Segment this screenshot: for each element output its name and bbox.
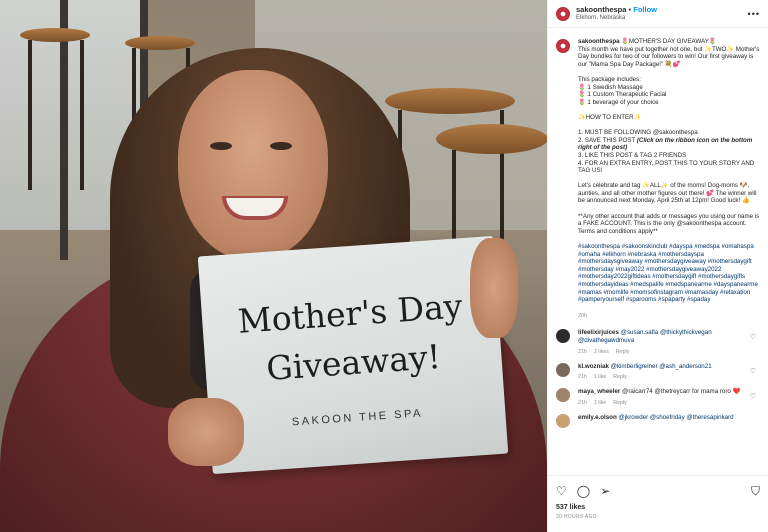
comment-text[interactable]: @jkrowder @shoefriday @theresapinkard [617,414,733,421]
post-header: sakoonthespa • Follow Elkhorn, Nebraska … [548,0,768,28]
comment-likes[interactable]: 1 like [594,374,606,380]
caption-how-to: ✨HOW TO ENTER✨ [578,113,642,121]
comment-username[interactable]: maya_wheeler [578,388,620,395]
reply-button[interactable]: Reply [616,349,630,355]
sign-title-line1: Mother's Day [236,286,464,341]
caption-disclaimer: **Any other account that adds or message… [578,212,760,235]
eye [270,142,292,150]
location-link[interactable]: Elkhorn, Nebraska [576,14,657,23]
comment-time: 21h [578,348,587,355]
comment: emily.e.olson @jkrowder @shoefriday @the… [556,413,760,428]
post-photo[interactable]: Mother's Day Giveaway! SAKOON THE SPA [0,0,547,532]
comment-username[interactable]: lifeelixirjuices [578,329,619,336]
more-options-icon[interactable]: ••• [748,9,760,19]
caption-avatar[interactable] [556,39,570,53]
comment-icon[interactable]: ◯ [577,485,590,497]
stool-leg [80,40,84,190]
caption-steps-rest: 3. LIKE THIS POST & TAG 2 FRIENDS 4. FOR… [578,151,755,175]
caption-package: This package includes: 🌷 1 Swedish Massa… [578,75,667,106]
reply-button[interactable]: Reply [613,374,627,380]
sign-title-line2: Giveaway! [265,336,442,389]
sign-brand: SAKOON THE SPA [291,407,424,429]
comment-like-icon[interactable]: ♡ [750,333,756,341]
likes-count[interactable]: 537 likes [556,504,760,511]
eye [210,142,232,150]
save-bookmark-icon[interactable]: ⛉ [751,485,760,497]
right-hand [470,238,518,338]
comment-like-icon[interactable]: ♡ [750,367,756,375]
post-sidebar: sakoonthespa • Follow Elkhorn, Nebraska … [547,0,768,532]
comment: maya_wheeler @raicarr74 @thetreycarr for… [556,388,760,406]
post-actions: ♡ ◯ ➢ ⛉ 537 likes 20 HOURS AGO [548,475,768,532]
follow-button[interactable]: Follow [633,5,657,14]
post-timestamp: 20 HOURS AGO [556,514,597,520]
header-username[interactable]: sakoonthespa [576,5,626,14]
comment-like-icon[interactable]: ♡ [750,392,756,400]
comment: lifeelixirjuices @susan.safia @thickythi… [556,329,760,355]
reply-button[interactable]: Reply [613,400,627,406]
share-icon[interactable]: ➢ [600,485,610,497]
comment-avatar[interactable] [556,362,570,377]
caption: sakoonthespa 🌷MOTHER'S DAY GIVEAWAY🌷 Thi… [556,38,760,311]
left-hand [168,398,244,466]
comment-time: 21h [578,374,587,381]
caption-celebrate: Let's celebrate and tag ✨ALL✨ of the mom… [578,182,757,205]
like-heart-icon[interactable]: ♡ [556,485,567,497]
separator-dot: • [628,4,632,14]
face [178,70,328,260]
caption-time: 20h [578,313,588,320]
comment-likes[interactable]: 1 like [594,400,606,406]
giveaway-sign: Mother's Day Giveaway! SAKOON THE SPA [197,235,509,475]
comment-text[interactable]: @kimberligreiner @ash_anderson21 [609,363,712,370]
comment-avatar[interactable] [556,388,570,403]
caption-hashtags[interactable]: #sakoonthespa #sakoonskinclub #dayspa #m… [578,243,760,304]
comment-text[interactable]: @raicarr74 @thetreycarr for mama roro ❤️ [620,388,740,395]
comment-time: 21h [578,399,587,406]
comment-avatar[interactable] [556,329,570,344]
bar-stool [385,88,515,114]
stool-leg [28,40,32,190]
comment-username[interactable]: kl.wozniak [578,363,609,370]
comment-avatar[interactable] [556,413,570,428]
caption-username[interactable]: sakoonthespa [578,38,620,45]
comment-username[interactable]: emily.e.olson [578,414,617,421]
comment-likes[interactable]: 2 likes [594,349,609,355]
comment: kl.wozniak @kimberligreiner @ash_anderso… [556,362,760,381]
profile-avatar[interactable] [556,6,570,21]
comments-scroll-area[interactable]: sakoonthespa 🌷MOTHER'S DAY GIVEAWAY🌷 Thi… [548,28,768,475]
